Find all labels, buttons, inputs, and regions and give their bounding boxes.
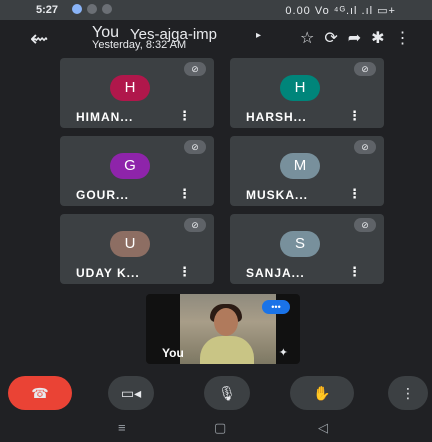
avatar: S xyxy=(280,231,320,257)
recents-icon[interactable]: ≡ xyxy=(118,420,126,435)
mic-off-icon: ⊘ xyxy=(184,218,206,232)
more-options-icon[interactable]: ⋮ xyxy=(348,264,361,280)
mic-off-icon: ⊘ xyxy=(184,62,206,76)
participant-tile[interactable]: ⊘ U UDAY K... ⋮ xyxy=(60,214,214,284)
more-options-icon[interactable]: ⋮ xyxy=(348,108,361,124)
system-nav-bar: ≡ ▢ ◁ xyxy=(0,414,432,442)
notification-dot-icon xyxy=(87,4,97,14)
participant-tile[interactable]: ⊘ H HIMAN... ⋮ xyxy=(60,58,214,128)
participant-tile[interactable]: ⊘ H HARSH... ⋮ xyxy=(230,58,384,128)
meeting-title[interactable]: You Yes-ajga-imp Yesterday, 8:32 AM xyxy=(92,24,272,54)
self-view-tile[interactable]: You ••• ✦ xyxy=(146,294,300,364)
participant-name: HARSH... xyxy=(246,110,307,124)
status-bar: 5:27 0.00 Vo ⁴ᴳ.ıl .ıl ▭+ xyxy=(0,0,432,20)
participant-tile[interactable]: ⊘ S SANJA... ⋮ xyxy=(230,214,384,284)
caret-right-icon[interactable]: ▸ xyxy=(256,30,261,41)
notification-dot-icon xyxy=(72,4,82,14)
avatar: M xyxy=(280,153,320,179)
mic-off-icon: ⊘ xyxy=(354,62,376,76)
more-options-icon[interactable]: ⋮ xyxy=(348,186,361,202)
meeting-time: Yesterday, 8:32 AM xyxy=(92,39,187,51)
avatar: U xyxy=(110,231,150,257)
more-options-icon[interactable]: ⋮ xyxy=(178,186,191,202)
more-options-button[interactable]: ⋮ xyxy=(388,376,428,410)
avatar: H xyxy=(110,75,150,101)
mic-off-icon: ⊘ xyxy=(354,140,376,154)
participant-name: SANJA... xyxy=(246,266,305,280)
microphone-button[interactable]: 🎙 xyxy=(204,376,250,410)
end-call-button[interactable]: ☎ xyxy=(8,376,72,410)
mic-off-icon: ⊘ xyxy=(184,140,206,154)
avatar: G xyxy=(110,153,150,179)
participant-tile[interactable]: ⊘ M MUSKA... ⋮ xyxy=(230,136,384,206)
mic-off-icon: ⊘ xyxy=(354,218,376,232)
status-right-info: 0.00 Vo ⁴ᴳ.ıl .ıl ▭+ xyxy=(285,5,396,17)
notification-dot-icon xyxy=(102,4,112,14)
participant-name: MUSKA... xyxy=(246,188,308,202)
participant-tile[interactable]: ⊘ G GOUR... ⋮ xyxy=(60,136,214,206)
raise-hand-button[interactable]: ✋ xyxy=(290,376,354,410)
bluetooth-icon[interactable]: ✱ xyxy=(371,28,384,48)
status-time: 5:27 xyxy=(36,4,59,16)
self-label: You xyxy=(162,346,184,360)
avatar: H xyxy=(280,75,320,101)
back-icon[interactable]: ◁ xyxy=(318,420,328,436)
camera-button[interactable]: ▭◂ xyxy=(108,376,154,410)
call-controls: ☎ ▭◂ 🎙 ✋ ⋮ xyxy=(0,374,432,414)
meeting-header: ⇜ You Yes-ajga-imp Yesterday, 8:32 AM ▸ … xyxy=(0,20,432,58)
home-icon[interactable]: ▢ xyxy=(214,420,226,436)
more-options-icon[interactable]: ⋮ xyxy=(178,264,191,280)
participant-name: GOUR... xyxy=(76,188,130,202)
notification-icons xyxy=(72,4,112,14)
share-arrow-icon[interactable]: ➦ xyxy=(348,28,361,48)
audio-level-icon: ••• xyxy=(262,300,290,314)
visual-effects-icon[interactable]: ✦ xyxy=(279,346,288,359)
rotate-camera-icon[interactable]: ⟳ xyxy=(324,28,337,48)
more-vertical-icon[interactable]: ⋮ xyxy=(395,28,411,48)
participant-name: HIMAN... xyxy=(76,110,134,124)
star-outline-icon[interactable]: ☆ xyxy=(300,28,314,48)
more-options-icon[interactable]: ⋮ xyxy=(178,108,191,124)
participant-name: UDAY K... xyxy=(76,266,140,280)
header-actions: ☆ ⟳ ➦ ✱ ⋮ xyxy=(300,28,411,48)
back-arrow-icon[interactable]: ⇜ xyxy=(30,26,48,52)
